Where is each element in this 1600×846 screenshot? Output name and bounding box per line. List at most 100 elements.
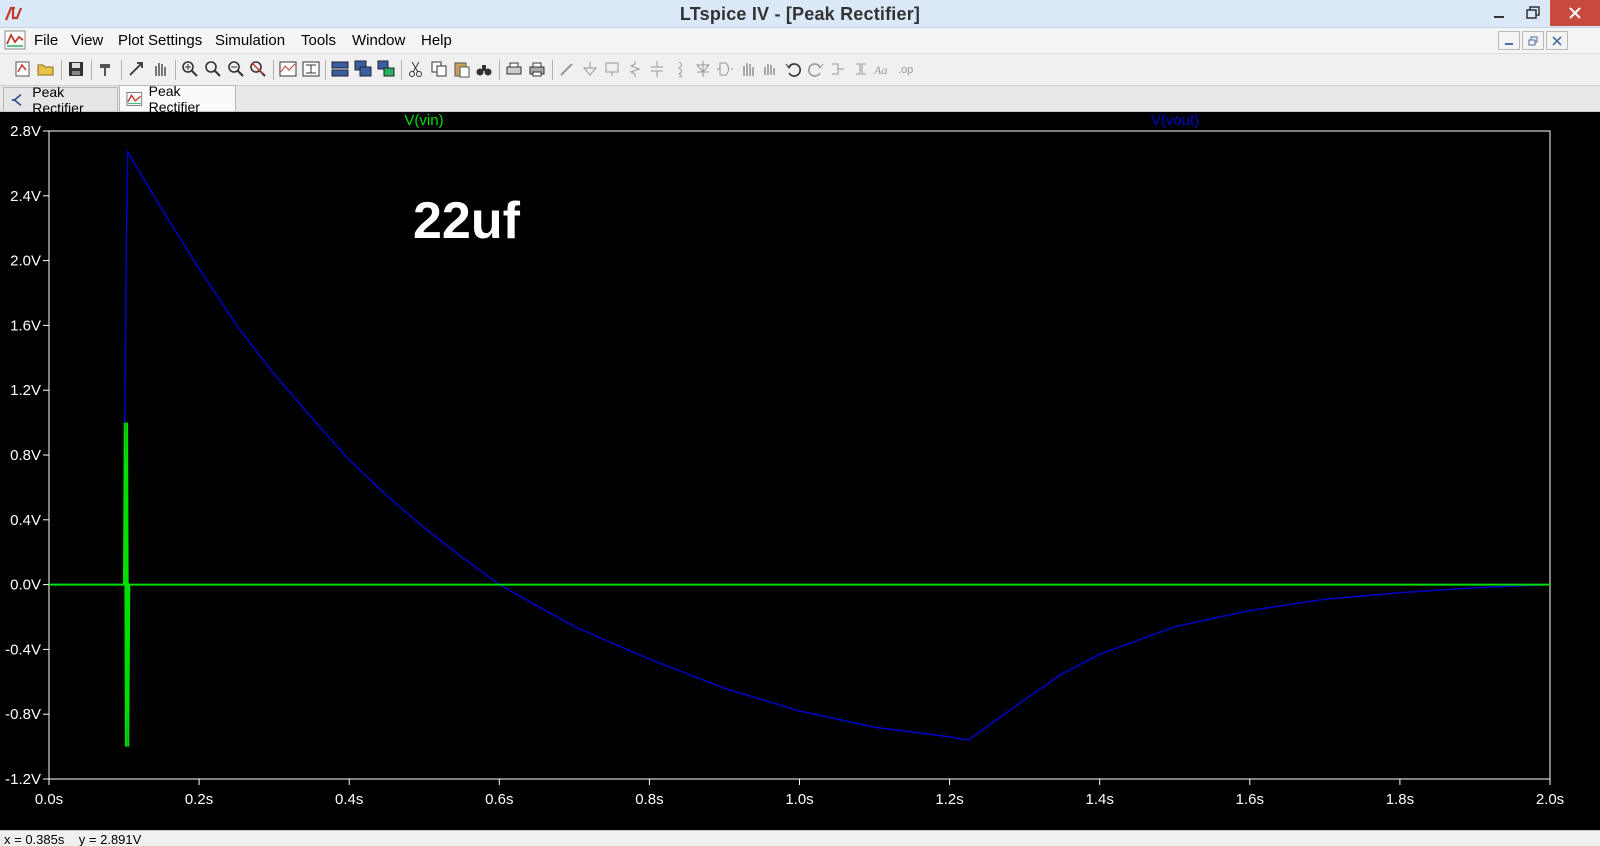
y-tick-label: 2.8V	[10, 123, 41, 140]
y-tick-label: 2.4V	[10, 188, 41, 205]
mirror-button[interactable]	[851, 59, 871, 79]
tile-horizontal-button[interactable]	[330, 59, 350, 79]
hand-icon	[155, 63, 166, 76]
y-tick-label: -1.2V	[5, 771, 41, 788]
waveform-chart[interactable]: 2.8V 2.4V 2.0V 1.6V 1.2V 0.8V 0.4V 0.0V -0.4V -0.…	[0, 112, 1600, 830]
run-button[interactable]	[126, 59, 146, 79]
menu-plot-settings[interactable]: Plot Settings	[118, 32, 202, 49]
zoom-full-button[interactable]	[248, 59, 268, 79]
window-title: LTspice IV - [Peak Rectifier]	[679, 4, 921, 24]
menu-help[interactable]: Help	[421, 32, 452, 49]
tab-waveform[interactable]: Peak Rectifier	[119, 83, 236, 115]
y-tick-label: 0.4V	[10, 512, 41, 529]
capacitor-icon	[651, 61, 663, 77]
x-tick-label: 1.6s	[1236, 791, 1264, 808]
undo-button[interactable]	[783, 59, 803, 79]
minimize-icon	[1494, 16, 1504, 18]
restore-icon	[1528, 36, 1538, 45]
restore-icon	[1526, 6, 1540, 19]
menu-simulation[interactable]: Simulation	[215, 32, 285, 49]
pan-button[interactable]	[203, 59, 223, 79]
x-tick-label: 2.0s	[1536, 791, 1564, 808]
manual-limits-button[interactable]	[301, 59, 321, 79]
menu-bar: File View Plot Settings Simulation Tools…	[0, 28, 1600, 54]
rotate-button[interactable]	[828, 59, 848, 79]
open-button[interactable]	[36, 59, 56, 79]
paste-button[interactable]	[452, 59, 472, 79]
close-icon	[1569, 7, 1581, 19]
x-tick-label: 1.8s	[1386, 791, 1414, 808]
menu-tools[interactable]: Tools	[301, 32, 336, 49]
series-line-vvin	[49, 422, 1550, 747]
find-button[interactable]	[474, 59, 494, 79]
minimize-button[interactable]	[1482, 0, 1516, 26]
control-panel-button[interactable]	[96, 59, 116, 79]
zoom-out-button[interactable]	[226, 59, 246, 79]
move-hand-icon	[743, 63, 754, 76]
menu-window[interactable]: Window	[352, 32, 405, 49]
mdi-close-button[interactable]	[1546, 31, 1568, 50]
waveform-doc-icon[interactable]	[4, 30, 26, 50]
x-tick-label: 1.0s	[785, 791, 813, 808]
print-button[interactable]	[527, 59, 547, 79]
tab-schematic[interactable]: Peak Rectifier	[3, 84, 118, 116]
resistor-icon	[629, 61, 641, 77]
component-icon	[717, 62, 733, 76]
x-tick-label: 0.8s	[635, 791, 663, 808]
tab-waveform-label: Peak Rectifier	[148, 82, 200, 115]
draw-wire-button[interactable]	[557, 59, 577, 79]
waveform-plot-pane[interactable]: 2.8V 2.4V 2.0V 1.6V 1.2V 0.8V 0.4V 0.0V -0.4V -0.…	[0, 112, 1600, 830]
mdi-restore-button[interactable]	[1522, 31, 1544, 50]
toolbar: Aa .op	[0, 54, 1600, 86]
x-tick-label: 0.4s	[335, 791, 363, 808]
close-icon	[1552, 35, 1562, 46]
status-bar: x = 0.385s y = 2.891V	[0, 830, 1600, 846]
halt-button[interactable]	[150, 59, 170, 79]
save-button[interactable]	[66, 59, 86, 79]
zoom-in-button[interactable]	[180, 59, 200, 79]
y-tick-label: 1.2V	[10, 382, 41, 399]
printer-icon	[529, 62, 545, 77]
copy-button[interactable]	[429, 59, 449, 79]
spice-directive-button[interactable]: .op	[896, 59, 916, 79]
component-button[interactable]	[715, 59, 735, 79]
label-net-button[interactable]	[602, 59, 622, 79]
arrange-button[interactable]	[376, 59, 396, 79]
close-button[interactable]	[1550, 0, 1600, 26]
limits-icon	[302, 61, 320, 77]
svg-text:Aa: Aa	[873, 63, 887, 77]
waveform-icon	[126, 91, 143, 106]
print-setup-icon	[506, 62, 522, 75]
restore-button[interactable]	[1516, 0, 1550, 26]
binoculars-icon	[476, 65, 492, 76]
move-button[interactable]	[738, 59, 758, 79]
drag-button[interactable]	[760, 59, 780, 79]
x-tick-label: 0.6s	[485, 791, 513, 808]
pencil-icon	[560, 63, 573, 76]
y-tick-label: 1.6V	[10, 317, 41, 334]
print-setup-button[interactable]	[504, 59, 524, 79]
menu-file[interactable]: File	[34, 32, 58, 49]
annotation-text: 22uf	[413, 192, 521, 250]
cut-button[interactable]	[406, 59, 426, 79]
ground-button[interactable]	[580, 59, 600, 79]
mdi-minimize-button[interactable]	[1498, 31, 1520, 50]
capacitor-button[interactable]	[647, 59, 667, 79]
menu-view[interactable]: View	[71, 32, 103, 49]
diode-icon	[695, 61, 711, 77]
y-tick-label: -0.4V	[5, 641, 41, 658]
new-schematic-button[interactable]	[13, 59, 33, 79]
y-tick-label: 2.0V	[10, 253, 41, 270]
redo-button[interactable]	[806, 59, 826, 79]
cascade-button[interactable]	[353, 59, 373, 79]
autorange-button[interactable]	[278, 59, 298, 79]
resistor-button[interactable]	[625, 59, 645, 79]
redo-icon	[808, 63, 824, 77]
rotate-icon	[832, 63, 844, 75]
schematic-icon	[11, 93, 22, 106]
inductor-button[interactable]	[670, 59, 690, 79]
document-tabs: Peak Rectifier Peak Rectifier	[0, 83, 1600, 116]
diode-button[interactable]	[693, 59, 713, 79]
text-button[interactable]: Aa	[873, 59, 893, 79]
mirror-icon	[856, 63, 866, 75]
